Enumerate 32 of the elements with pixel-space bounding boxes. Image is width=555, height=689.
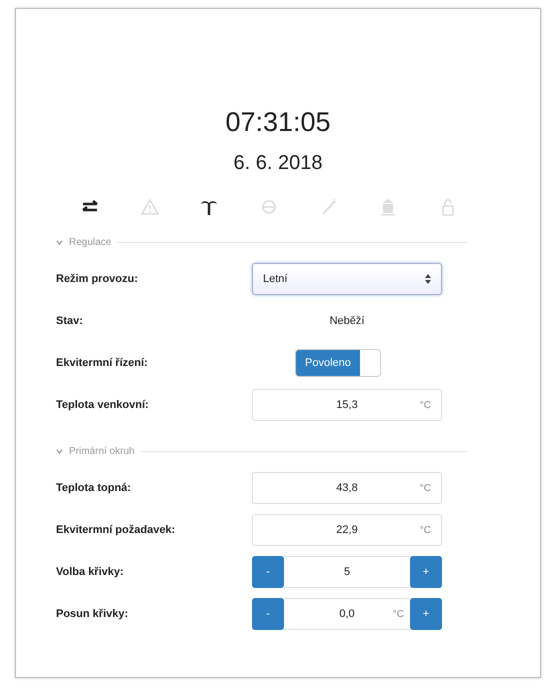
number-field[interactable]: 43,8 °C: [252, 472, 442, 504]
clock-date: 6. 6. 2018: [232, 152, 324, 175]
number-field[interactable]: 15,3 °C: [252, 389, 442, 421]
number-field[interactable]: 22,9 °C: [252, 514, 442, 546]
chevron-icon[interactable]: [56, 448, 63, 455]
mode-select[interactable]: Letní: [252, 263, 442, 295]
field-label: Ekvitermní řízení:: [56, 357, 149, 369]
status-value: Neběží: [330, 315, 364, 327]
decrement-button[interactable]: -: [252, 598, 284, 630]
warning-icon[interactable]: [140, 197, 160, 217]
section-header[interactable]: Primární okruh: [69, 446, 135, 457]
field-label: Stav:: [56, 315, 84, 327]
decrement-button[interactable]: -: [252, 556, 284, 588]
field-label: Režim provozu:: [56, 273, 139, 285]
toggle-switch[interactable]: Povoleno: [295, 349, 381, 377]
increment-button[interactable]: +: [410, 598, 442, 630]
number-field[interactable]: 0,0 °C: [284, 598, 410, 630]
unit-label: °C: [392, 608, 404, 620]
unit-label: °C: [420, 524, 431, 536]
number-field[interactable]: 5: [284, 556, 410, 588]
chevron-icon[interactable]: [56, 239, 63, 246]
increment-button[interactable]: +: [410, 556, 442, 588]
field-label: Ekvitermní požadavek:: [56, 524, 176, 536]
unit-label: °C: [420, 482, 431, 494]
clock-time: 07:31:05: [224, 107, 332, 138]
field-label: Teplota topná:: [56, 482, 132, 494]
section-header[interactable]: Regulace: [69, 237, 112, 248]
field-label: Teplota venkovní:: [56, 399, 150, 411]
field-label: Posun křivky:: [56, 608, 130, 620]
unit-label: °C: [420, 400, 431, 410]
field-label: Volba křivky:: [56, 566, 125, 578]
updown-caret-icon: [425, 274, 431, 284]
